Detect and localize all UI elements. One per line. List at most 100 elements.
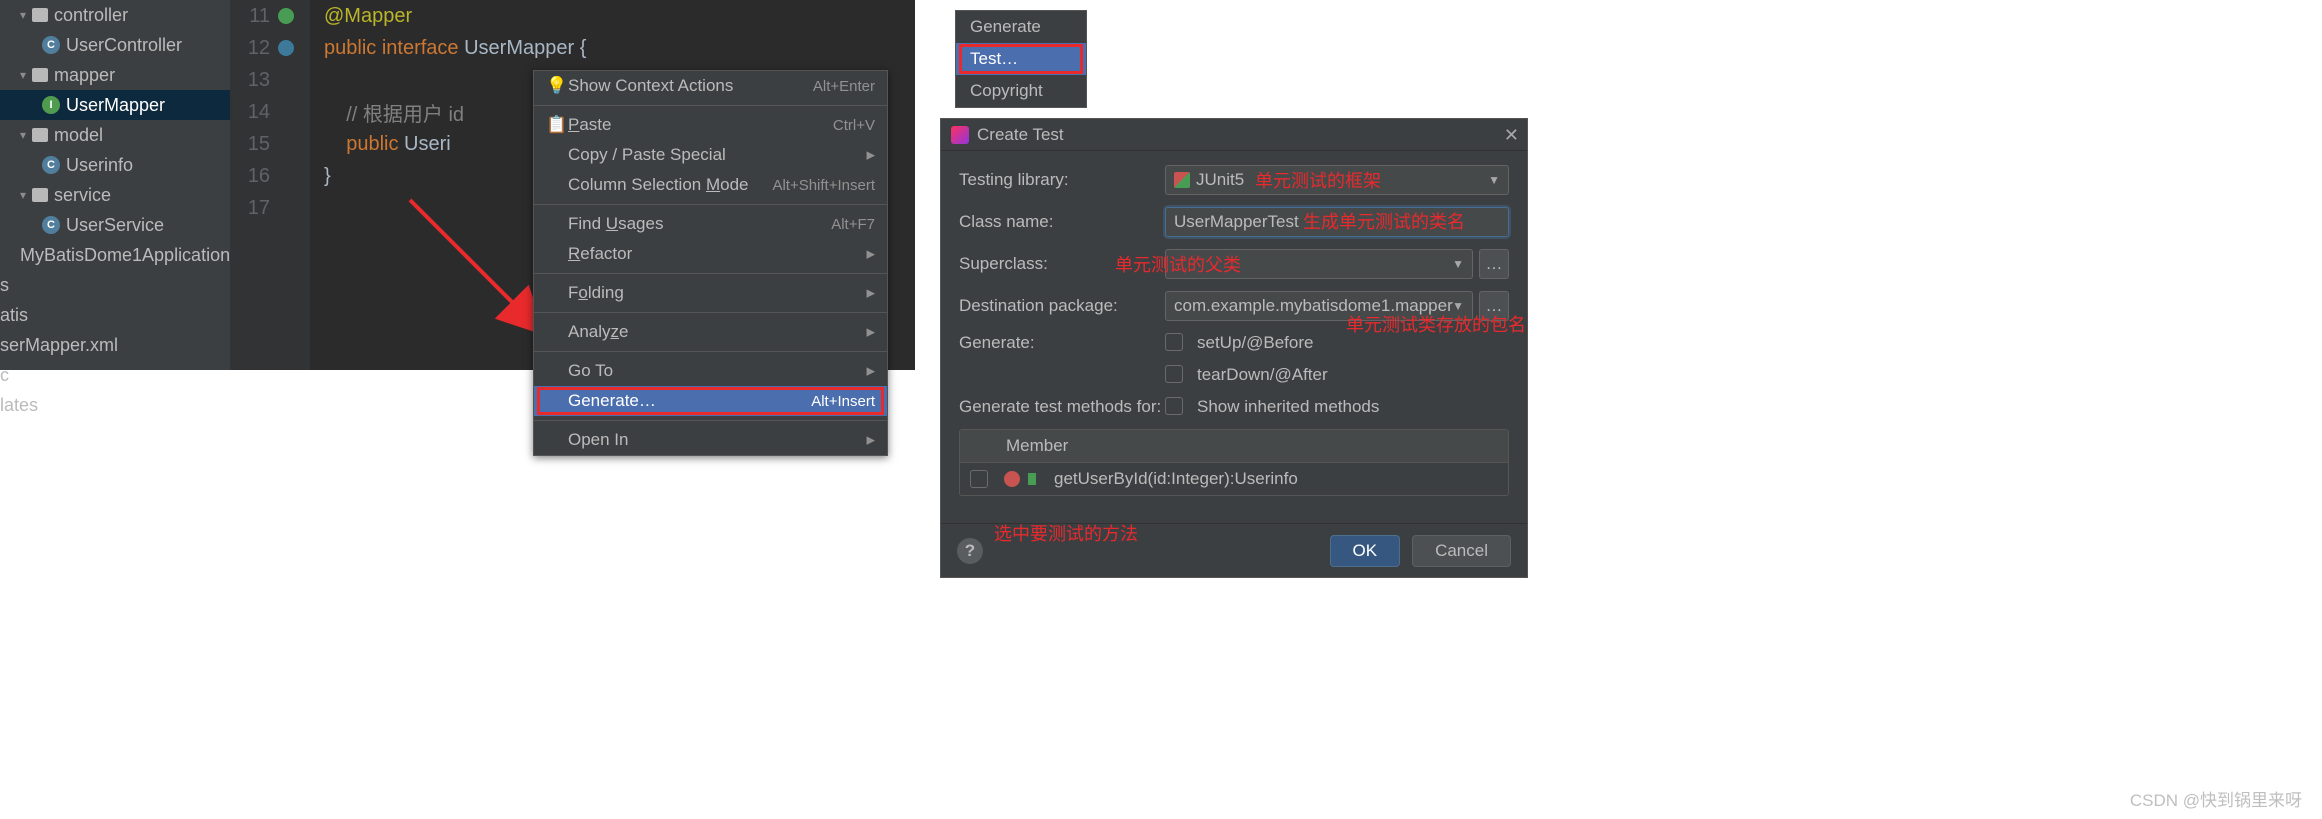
button-label: OK <box>1353 541 1378 561</box>
line-number: 17 <box>230 197 274 220</box>
tree-folder-model[interactable]: ▾model <box>0 120 230 150</box>
folder-icon <box>32 188 48 202</box>
chevron-right-icon: ▸ <box>866 283 875 303</box>
tree-folder-controller[interactable]: ▾controller <box>0 0 230 30</box>
tree-file-application[interactable]: MyBatisDome1Application <box>0 240 230 270</box>
label-generate: Generate: <box>959 333 1165 353</box>
tree-file-usermapper[interactable]: IUserMapper <box>0 90 230 120</box>
menu-label: Test… <box>970 49 1018 69</box>
code-text: UserMapper <box>464 37 580 60</box>
tree-item-c[interactable]: c <box>0 360 230 390</box>
tree-label: c <box>0 365 9 386</box>
tree-label: controller <box>54 5 128 26</box>
gutter-icon[interactable] <box>278 40 294 56</box>
menu-label: Copyright <box>970 81 1043 101</box>
code-text: } <box>324 165 331 188</box>
cancel-button[interactable]: Cancel <box>1412 535 1511 567</box>
project-tree[interactable]: ▾controller CUserController ▾mapper IUse… <box>0 0 230 370</box>
menu-analyze[interactable]: Analyze▸ <box>534 317 887 347</box>
folder-icon <box>32 128 48 142</box>
gutter-icon[interactable] <box>278 8 294 24</box>
tree-file-userinfo[interactable]: CUserinfo <box>0 150 230 180</box>
combo-library[interactable]: JUnit5 ▼ <box>1165 165 1509 195</box>
line-number: 16 <box>230 165 274 188</box>
menu-refactor[interactable]: Refactor▸ <box>534 239 887 269</box>
browse-button[interactable]: … <box>1479 249 1509 279</box>
tree-label: serMapper.xml <box>0 335 118 356</box>
member-row[interactable]: getUserById(id:Integer):Userinfo <box>960 463 1508 495</box>
code-text: public <box>324 37 376 60</box>
menu-column-selection[interactable]: Column Selection ModeAlt+Shift+Insert <box>534 170 887 200</box>
browse-button[interactable]: … <box>1479 291 1509 321</box>
menu-folding[interactable]: Folding▸ <box>534 278 887 308</box>
tree-item-s[interactable]: s <box>0 270 230 300</box>
junit-icon <box>1174 172 1190 188</box>
generate-popup[interactable]: Generate Test… Copyright <box>955 10 1087 108</box>
tree-label: mapper <box>54 65 115 86</box>
chevron-down-icon: ▼ <box>1452 299 1464 313</box>
separator <box>534 312 887 313</box>
checkbox-teardown[interactable] <box>1165 365 1183 383</box>
tree-file-userservice[interactable]: CUserService <box>0 210 230 240</box>
folder-icon <box>32 68 48 82</box>
menu-label: Copy / Paste Special <box>568 145 866 165</box>
chevron-down-icon: ▼ <box>1488 173 1500 187</box>
tree-item-lates[interactable]: lates <box>0 390 230 420</box>
tree-label: Userinfo <box>66 155 133 176</box>
checkbox-method[interactable] <box>970 470 988 488</box>
dialog-footer: ? OK Cancel <box>941 523 1527 577</box>
shortcut: Alt+F7 <box>831 216 875 233</box>
tree-folder-mapper[interactable]: ▾mapper <box>0 60 230 90</box>
popup-item-test[interactable]: Test… <box>956 43 1086 75</box>
context-menu[interactable]: 💡Show Context ActionsAlt+Enter 📋PPasteas… <box>533 70 888 456</box>
method-signature: getUserById(id:Integer):Userinfo <box>1054 469 1298 489</box>
tree-label: atis <box>0 305 28 326</box>
popup-item-copyright[interactable]: Copyright <box>956 75 1086 107</box>
menu-paste[interactable]: 📋PPasteasteCtrl+V <box>534 110 887 140</box>
chevron-right-icon: ▸ <box>866 244 875 264</box>
tree-file-xml[interactable]: serMapper.xml <box>0 330 230 360</box>
input-class-name[interactable]: UserMapperTest <box>1165 207 1509 237</box>
label-class-name: Class name: <box>959 212 1165 232</box>
tree-folder-service[interactable]: ▾service <box>0 180 230 210</box>
menu-copy-paste-special[interactable]: Copy / Paste Special▸ <box>534 140 887 170</box>
tree-file-usercontroller[interactable]: CUserController <box>0 30 230 60</box>
line-number: 14 <box>230 101 274 124</box>
separator <box>534 273 887 274</box>
close-button[interactable]: ✕ <box>1504 125 1519 146</box>
code-text: public <box>346 133 404 156</box>
combo-value: JUnit5 <box>1196 170 1244 190</box>
tree-label: UserService <box>66 215 164 236</box>
dialog-title: Create Test <box>977 125 1064 145</box>
label-superclass: Superclass: <box>959 254 1165 274</box>
menu-goto[interactable]: Go To▸ <box>534 356 887 386</box>
checkbox-setup[interactable] <box>1165 333 1183 351</box>
create-test-dialog: Create Test ✕ Testing library: JUnit5 ▼ C… <box>940 118 1528 578</box>
tree-label: UserController <box>66 35 182 56</box>
code-text: // 根据用户 id <box>346 98 464 127</box>
combo-superclass[interactable]: ▼ <box>1165 249 1473 279</box>
separator <box>534 204 887 205</box>
code-text: Useri <box>404 133 451 156</box>
shortcut: Alt+Insert <box>811 393 875 410</box>
checkbox-label: tearDown/@After <box>1197 365 1328 385</box>
code-text: { <box>580 37 587 60</box>
line-number: 11 <box>230 5 274 28</box>
tree-label: MyBatisDome1Application <box>20 245 230 266</box>
checkbox-inherited[interactable] <box>1165 397 1183 415</box>
menu-generate[interactable]: Generate…Alt+Insert <box>534 386 887 416</box>
method-icon <box>1004 471 1020 487</box>
tree-label: model <box>54 125 103 146</box>
help-button[interactable]: ? <box>957 538 983 564</box>
menu-show-context-actions[interactable]: 💡Show Context ActionsAlt+Enter <box>534 71 887 101</box>
ok-button[interactable]: OK <box>1330 535 1401 567</box>
menu-open-in[interactable]: Open In▸ <box>534 425 887 455</box>
bulb-icon: 💡 <box>546 76 568 96</box>
line-number: 12 <box>230 37 274 60</box>
shortcut: Ctrl+V <box>833 117 875 134</box>
label-library: Testing library: <box>959 170 1165 190</box>
menu-find-usages[interactable]: Find UsagesAlt+F7 <box>534 209 887 239</box>
combo-destination[interactable]: com.example.mybatisdome1.mapper▼ <box>1165 291 1473 321</box>
tree-item-atis[interactable]: atis <box>0 300 230 330</box>
separator <box>534 420 887 421</box>
